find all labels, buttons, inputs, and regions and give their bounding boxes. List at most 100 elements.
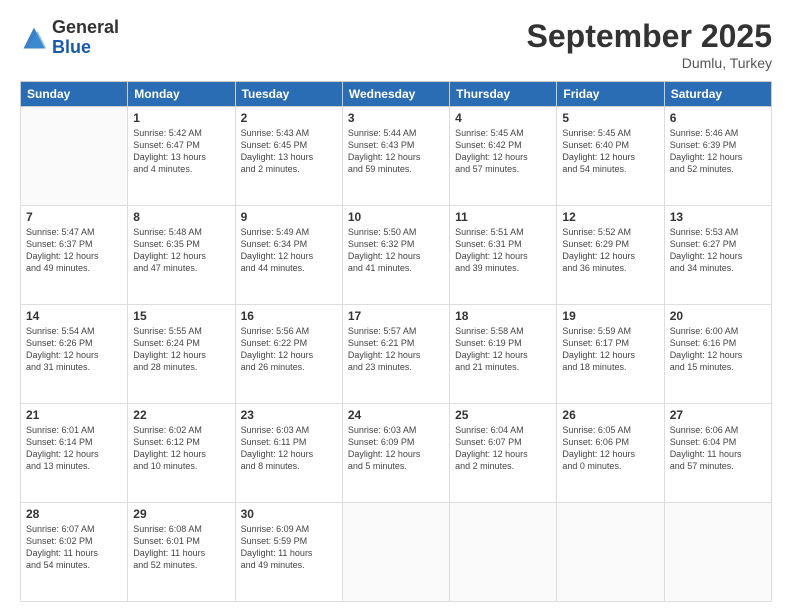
day-info: Sunrise: 5:48 AM Sunset: 6:35 PM Dayligh…	[133, 226, 229, 275]
calendar-cell: 22 Sunrise: 6:02 AM Sunset: 6:12 PM Dayli…	[128, 404, 235, 503]
day-info: Sunrise: 5:44 AM Sunset: 6:43 PM Dayligh…	[348, 127, 444, 176]
calendar-table: SundayMondayTuesdayWednesdayThursdayFrid…	[20, 81, 772, 602]
week-row-3: 21Sunrise: 6:01 AM Sunset: 6:14 PM Dayli…	[21, 404, 772, 503]
month-title: September 2025	[527, 18, 772, 55]
col-header-monday: Monday	[128, 82, 235, 107]
calendar-cell	[342, 503, 449, 602]
day-info: Sunrise: 6:07 AM Sunset: 6:02 PM Dayligh…	[26, 523, 122, 572]
day-info: Sunrise: 6:06 AM Sunset: 6:04 PM Dayligh…	[670, 424, 766, 473]
calendar-cell: 9 Sunrise: 5:49 AM Sunset: 6:34 PM Daylig…	[235, 206, 342, 305]
day-number: 7	[26, 210, 122, 224]
week-row-2: 14Sunrise: 5:54 AM Sunset: 6:26 PM Dayli…	[21, 305, 772, 404]
calendar-cell: 30 Sunrise: 6:09 AM Sunset: 5:59 PM Dayli…	[235, 503, 342, 602]
day-info: Sunrise: 5:59 AM Sunset: 6:17 PM Dayligh…	[562, 325, 658, 374]
calendar-cell: 10 Sunrise: 5:50 AM Sunset: 6:32 PM Dayli…	[342, 206, 449, 305]
day-info: Sunrise: 5:55 AM Sunset: 6:24 PM Dayligh…	[133, 325, 229, 374]
calendar-cell: 8 Sunrise: 5:48 AM Sunset: 6:35 PM Daylig…	[128, 206, 235, 305]
calendar-cell: 18 Sunrise: 5:58 AM Sunset: 6:19 PM Dayli…	[450, 305, 557, 404]
day-number: 26	[562, 408, 658, 422]
day-number: 4	[455, 111, 551, 125]
calendar-cell: 17Sunrise: 5:57 AM Sunset: 6:21 PM Dayli…	[342, 305, 449, 404]
day-number: 30	[241, 507, 337, 521]
day-info: Sunrise: 5:42 AM Sunset: 6:47 PM Dayligh…	[133, 127, 229, 176]
calendar-cell: 12 Sunrise: 5:52 AM Sunset: 6:29 PM Dayli…	[557, 206, 664, 305]
day-info: Sunrise: 5:56 AM Sunset: 6:22 PM Dayligh…	[241, 325, 337, 374]
day-number: 14	[26, 309, 122, 323]
col-header-saturday: Saturday	[664, 82, 771, 107]
col-header-friday: Friday	[557, 82, 664, 107]
logo-general: General	[52, 18, 119, 38]
calendar-cell	[557, 503, 664, 602]
calendar-cell: 23 Sunrise: 6:03 AM Sunset: 6:11 PM Dayli…	[235, 404, 342, 503]
day-number: 27	[670, 408, 766, 422]
day-number: 15	[133, 309, 229, 323]
calendar-cell: 5 Sunrise: 5:45 AM Sunset: 6:40 PM Daylig…	[557, 107, 664, 206]
day-number: 23	[241, 408, 337, 422]
day-number: 6	[670, 111, 766, 125]
day-info: Sunrise: 5:49 AM Sunset: 6:34 PM Dayligh…	[241, 226, 337, 275]
week-row-0: 1 Sunrise: 5:42 AM Sunset: 6:47 PM Daylig…	[21, 107, 772, 206]
calendar-cell: 4 Sunrise: 5:45 AM Sunset: 6:42 PM Daylig…	[450, 107, 557, 206]
day-info: Sunrise: 6:03 AM Sunset: 6:11 PM Dayligh…	[241, 424, 337, 473]
week-row-1: 7 Sunrise: 5:47 AM Sunset: 6:37 PM Daylig…	[21, 206, 772, 305]
day-info: Sunrise: 5:50 AM Sunset: 6:32 PM Dayligh…	[348, 226, 444, 275]
day-info: Sunrise: 5:47 AM Sunset: 6:37 PM Dayligh…	[26, 226, 122, 275]
day-number: 1	[133, 111, 229, 125]
day-number: 22	[133, 408, 229, 422]
day-number: 13	[670, 210, 766, 224]
day-info: Sunrise: 6:00 AM Sunset: 6:16 PM Dayligh…	[670, 325, 766, 374]
day-number: 8	[133, 210, 229, 224]
day-number: 21	[26, 408, 122, 422]
day-number: 25	[455, 408, 551, 422]
header: General Blue September 2025 Dumlu, Turke…	[20, 18, 772, 71]
col-header-tuesday: Tuesday	[235, 82, 342, 107]
col-header-sunday: Sunday	[21, 82, 128, 107]
day-number: 19	[562, 309, 658, 323]
logo-icon	[20, 24, 48, 52]
day-info: Sunrise: 5:52 AM Sunset: 6:29 PM Dayligh…	[562, 226, 658, 275]
logo-blue: Blue	[52, 38, 119, 58]
calendar-cell: 7 Sunrise: 5:47 AM Sunset: 6:37 PM Daylig…	[21, 206, 128, 305]
day-info: Sunrise: 5:43 AM Sunset: 6:45 PM Dayligh…	[241, 127, 337, 176]
logo-text: General Blue	[52, 18, 119, 58]
day-info: Sunrise: 6:05 AM Sunset: 6:06 PM Dayligh…	[562, 424, 658, 473]
day-number: 17	[348, 309, 444, 323]
day-info: Sunrise: 6:02 AM Sunset: 6:12 PM Dayligh…	[133, 424, 229, 473]
day-number: 18	[455, 309, 551, 323]
calendar-cell: 21Sunrise: 6:01 AM Sunset: 6:14 PM Dayli…	[21, 404, 128, 503]
day-info: Sunrise: 5:45 AM Sunset: 6:40 PM Dayligh…	[562, 127, 658, 176]
day-number: 10	[348, 210, 444, 224]
day-number: 2	[241, 111, 337, 125]
header-row: SundayMondayTuesdayWednesdayThursdayFrid…	[21, 82, 772, 107]
col-header-wednesday: Wednesday	[342, 82, 449, 107]
day-number: 3	[348, 111, 444, 125]
day-number: 24	[348, 408, 444, 422]
day-number: 9	[241, 210, 337, 224]
day-number: 29	[133, 507, 229, 521]
calendar-cell: 2 Sunrise: 5:43 AM Sunset: 6:45 PM Daylig…	[235, 107, 342, 206]
calendar-cell: 3 Sunrise: 5:44 AM Sunset: 6:43 PM Daylig…	[342, 107, 449, 206]
calendar-cell: 24Sunrise: 6:03 AM Sunset: 6:09 PM Dayli…	[342, 404, 449, 503]
calendar-cell: 29 Sunrise: 6:08 AM Sunset: 6:01 PM Dayli…	[128, 503, 235, 602]
calendar-cell: 14Sunrise: 5:54 AM Sunset: 6:26 PM Dayli…	[21, 305, 128, 404]
day-info: Sunrise: 6:09 AM Sunset: 5:59 PM Dayligh…	[241, 523, 337, 572]
day-number: 28	[26, 507, 122, 521]
calendar-cell: 26 Sunrise: 6:05 AM Sunset: 6:06 PM Dayli…	[557, 404, 664, 503]
title-block: September 2025 Dumlu, Turkey	[527, 18, 772, 71]
page: General Blue September 2025 Dumlu, Turke…	[0, 0, 792, 612]
day-info: Sunrise: 5:58 AM Sunset: 6:19 PM Dayligh…	[455, 325, 551, 374]
day-number: 12	[562, 210, 658, 224]
week-row-4: 28 Sunrise: 6:07 AM Sunset: 6:02 PM Dayli…	[21, 503, 772, 602]
logo: General Blue	[20, 18, 119, 58]
calendar-cell: 13Sunrise: 5:53 AM Sunset: 6:27 PM Dayli…	[664, 206, 771, 305]
day-info: Sunrise: 6:08 AM Sunset: 6:01 PM Dayligh…	[133, 523, 229, 572]
calendar-cell: 20Sunrise: 6:00 AM Sunset: 6:16 PM Dayli…	[664, 305, 771, 404]
calendar-cell: 28 Sunrise: 6:07 AM Sunset: 6:02 PM Dayli…	[21, 503, 128, 602]
day-info: Sunrise: 5:46 AM Sunset: 6:39 PM Dayligh…	[670, 127, 766, 176]
calendar-cell: 25Sunrise: 6:04 AM Sunset: 6:07 PM Dayli…	[450, 404, 557, 503]
day-number: 5	[562, 111, 658, 125]
col-header-thursday: Thursday	[450, 82, 557, 107]
calendar-cell: 27 Sunrise: 6:06 AM Sunset: 6:04 PM Dayli…	[664, 404, 771, 503]
day-info: Sunrise: 5:45 AM Sunset: 6:42 PM Dayligh…	[455, 127, 551, 176]
calendar-cell: 19 Sunrise: 5:59 AM Sunset: 6:17 PM Dayli…	[557, 305, 664, 404]
